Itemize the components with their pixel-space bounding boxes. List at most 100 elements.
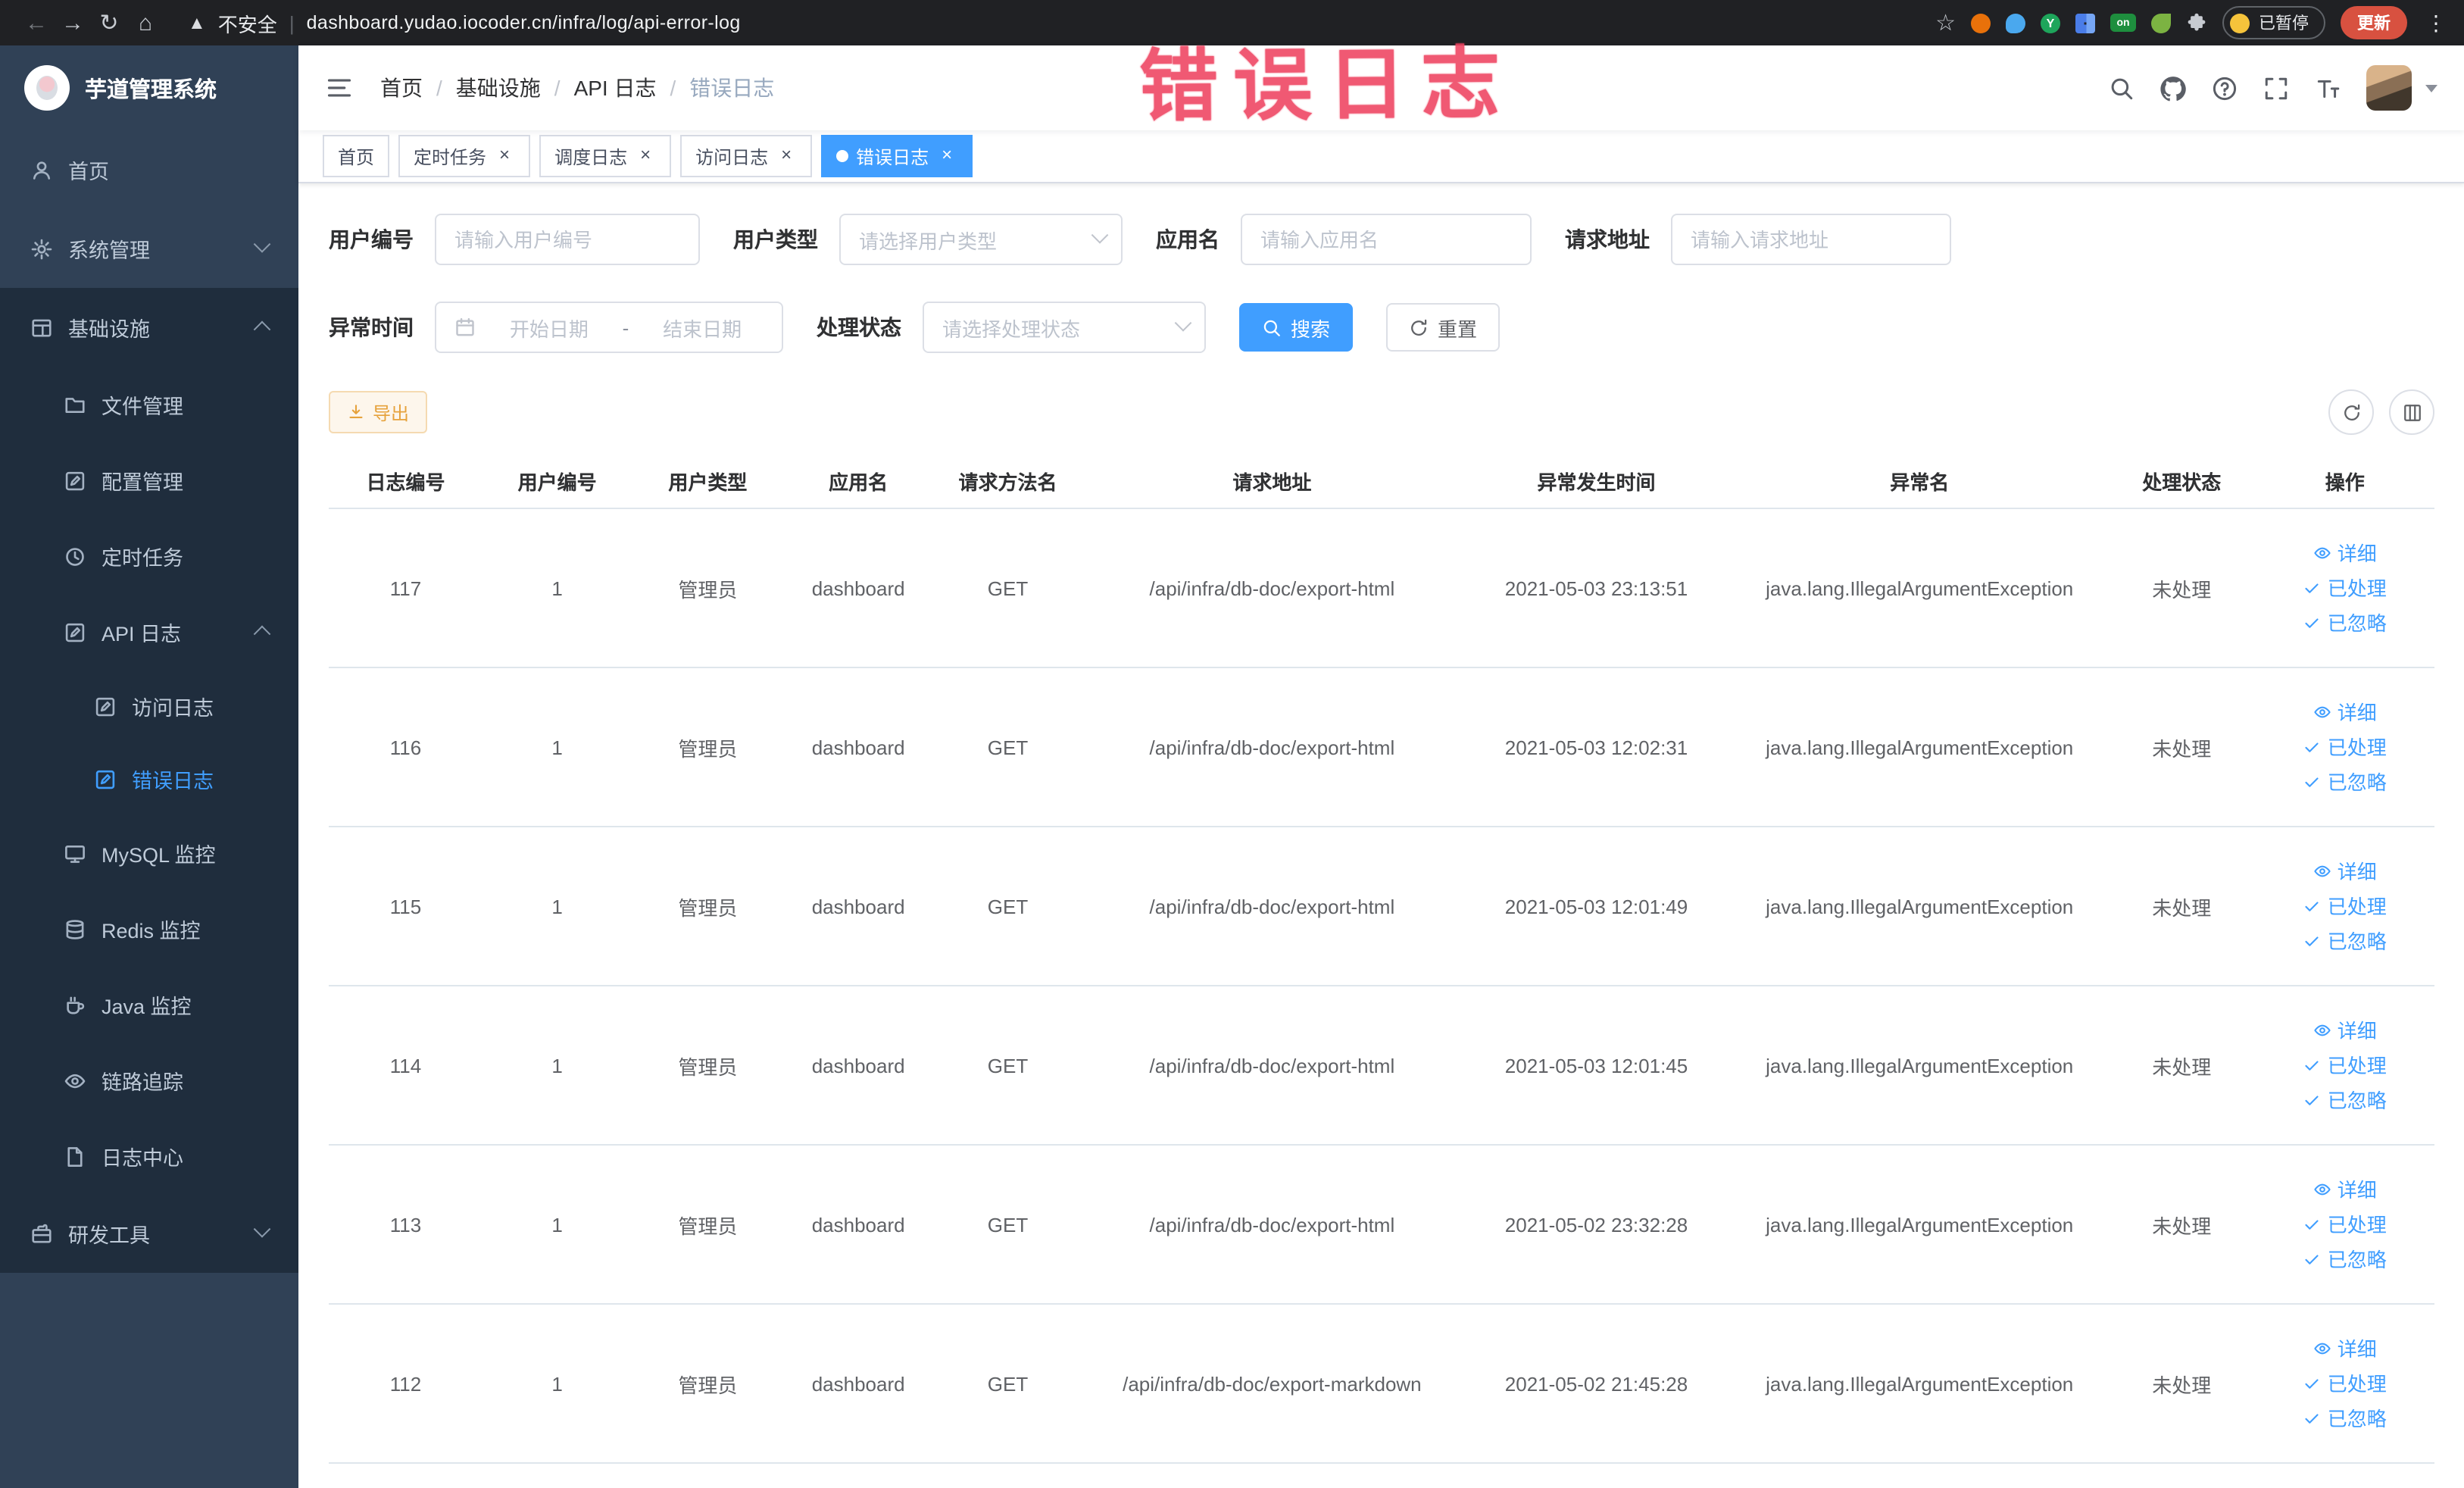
request-url-input[interactable] — [1671, 214, 1951, 265]
detail-link[interactable]: 详细 — [2262, 1172, 2428, 1207]
column-settings-button[interactable] — [2389, 389, 2434, 435]
back-icon[interactable]: ← — [18, 5, 55, 41]
cell-exception: java.lang.IllegalArgumentException — [1731, 1304, 2108, 1464]
help-icon[interactable] — [2212, 75, 2238, 101]
action-label: 详细 — [2337, 860, 2377, 883]
ignored-link[interactable]: 已忽略 — [2262, 1242, 2428, 1277]
detail-link[interactable]: 详细 — [2262, 1331, 2428, 1366]
sidebar-item-log-center[interactable]: 日志中心 — [0, 1118, 298, 1194]
tab-close-icon[interactable]: × — [494, 145, 515, 167]
cell-log_id: 117 — [329, 508, 482, 668]
sidebar-item-mysql[interactable]: MySQL 监控 — [0, 815, 298, 891]
sidebar-item-infra[interactable]: 基础设施 — [0, 288, 298, 367]
tab-error-log[interactable]: 错误日志 × — [821, 135, 973, 177]
eye-icon — [2313, 1340, 2331, 1358]
processed-link[interactable]: 已处理 — [2262, 730, 2428, 764]
tab-home[interactable]: 首页 — [323, 135, 390, 177]
bookmark-star-icon[interactable]: ☆ — [1935, 9, 1956, 36]
user-id-input[interactable] — [435, 214, 700, 265]
user-type-select[interactable]: 请选择用户类型 — [839, 214, 1123, 265]
reload-icon[interactable]: ↻ — [91, 5, 127, 41]
tab-access-log[interactable]: 访问日志 × — [680, 135, 813, 177]
home-icon[interactable]: ⌂ — [127, 5, 164, 41]
sidebar-item-config[interactable]: 配置管理 — [0, 442, 298, 518]
breadcrumb-item[interactable]: API 日志 — [574, 73, 657, 103]
detail-link[interactable]: 详细 — [2262, 536, 2428, 571]
processed-link[interactable]: 已处理 — [2262, 889, 2428, 924]
search-button[interactable]: 搜索 — [1239, 303, 1354, 352]
processed-link[interactable]: 已处理 — [2262, 1366, 2428, 1401]
filter-label: 处理状态 — [817, 315, 901, 339]
fullscreen-icon[interactable] — [2263, 75, 2289, 101]
processed-link[interactable]: 已处理 — [2262, 571, 2428, 605]
cell-log_id: 112 — [329, 1304, 482, 1464]
search-button-label: 搜索 — [1291, 317, 1331, 340]
search-icon[interactable] — [2109, 75, 2135, 101]
sidebar: 芋道管理系统 首页 系统管理 基础设施 文件管理 配置管理 定时任务 API 日志 访问日志错… — [0, 45, 298, 1488]
sidebar-item-java[interactable]: Java 监控 — [0, 967, 298, 1043]
extension-droplet-icon[interactable] — [2006, 13, 2025, 33]
processed-link[interactable]: 已处理 — [2262, 1207, 2428, 1242]
update-button[interactable]: 更新 — [2341, 6, 2407, 39]
breadcrumb-item[interactable]: 首页 — [380, 73, 423, 103]
doc-icon — [64, 1145, 86, 1168]
detail-link[interactable]: 详细 — [2262, 1013, 2428, 1048]
ignored-link[interactable]: 已忽略 — [2262, 1083, 2428, 1118]
cell-user_id: 1 — [482, 508, 632, 668]
sidebar-item-home[interactable]: 首页 — [0, 130, 298, 209]
date-range-picker[interactable]: 开始日期 - 结束日期 — [435, 302, 783, 353]
cell-user_id: 1 — [482, 1304, 632, 1464]
tab-close-icon[interactable]: × — [635, 145, 656, 167]
check-icon — [2303, 1215, 2322, 1233]
sidebar-item-error-log[interactable]: 错误日志 — [0, 742, 298, 815]
browser-chrome: ← → ↻ ⌂ ▲︎ 不安全 | dashboard.yudao.iocoder… — [0, 0, 2464, 45]
detail-link[interactable]: 详细 — [2262, 854, 2428, 889]
ignored-link[interactable]: 已忽略 — [2262, 605, 2428, 640]
breadcrumb-item[interactable]: 基础设施 — [456, 73, 541, 103]
sidebar-item-system[interactable]: 系统管理 — [0, 209, 298, 288]
extension-on-icon[interactable]: on — [2110, 14, 2136, 32]
export-button[interactable]: 导出 — [329, 391, 428, 433]
address-bar[interactable]: ▲︎ 不安全 | dashboard.yudao.iocoder.cn/infr… — [188, 8, 1917, 37]
extension-orange-icon[interactable] — [1971, 13, 1991, 33]
tags-bar: 首页 定时任务 × 调度日志 × 访问日志 × 错误日志 × — [298, 130, 2464, 183]
cell-url: /api/infra/db-doc/export-html — [1082, 1145, 1462, 1305]
chevron-down-icon[interactable] — [2425, 84, 2437, 92]
reset-button[interactable]: 重置 — [1386, 303, 1501, 352]
sidebar-item-trace[interactable]: 链路追踪 — [0, 1043, 298, 1118]
sidebar-item-file[interactable]: 文件管理 — [0, 367, 298, 442]
ignored-link[interactable]: 已忽略 — [2262, 924, 2428, 958]
forward-icon[interactable]: → — [55, 5, 91, 41]
media-paused-chip[interactable]: 已暂停 — [2222, 6, 2325, 39]
sidebar-item-redis[interactable]: Redis 监控 — [0, 891, 298, 967]
sidebar-item-api-log[interactable]: API 日志 — [0, 594, 298, 670]
browser-menu-dots-icon[interactable]: ⋮ — [2425, 10, 2447, 36]
tab-close-icon[interactable]: × — [936, 145, 957, 167]
extensions-puzzle-icon[interactable] — [2186, 12, 2207, 33]
refresh-button[interactable] — [2328, 389, 2374, 435]
sidebar-item-job[interactable]: 定时任务 — [0, 518, 298, 594]
font-size-icon[interactable] — [2315, 75, 2341, 101]
extension-leaf-icon[interactable] — [2151, 13, 2171, 33]
ignored-link[interactable]: 已忽略 — [2262, 1401, 2428, 1436]
process-status-select[interactable]: 请选择处理状态 — [923, 302, 1206, 353]
tab-job[interactable]: 定时任务 × — [398, 135, 531, 177]
processed-link[interactable]: 已处理 — [2262, 1048, 2428, 1083]
user-avatar[interactable] — [2366, 65, 2412, 111]
tab-close-icon[interactable]: × — [776, 145, 797, 167]
github-icon[interactable] — [2160, 75, 2186, 101]
detail-link[interactable]: 详细 — [2262, 695, 2428, 730]
tab-job-log[interactable]: 调度日志 × — [539, 135, 672, 177]
extension-grid-icon[interactable] — [2075, 13, 2095, 33]
app-name-input[interactable] — [1241, 214, 1532, 265]
ignored-link[interactable]: 已忽略 — [2262, 764, 2428, 799]
sidebar-item-dev-tools[interactable]: 研发工具 — [0, 1194, 298, 1273]
cell-exception: java.lang.IllegalArgumentException — [1731, 827, 2108, 986]
table-row: 113 1 管理员 dashboard GET/api/infra/db-doc/exp… — [329, 1145, 2434, 1305]
hamburger-icon[interactable] — [326, 74, 353, 102]
extension-y-icon[interactable]: Y — [2041, 13, 2060, 33]
breadcrumb-current: 错误日志 — [689, 76, 775, 100]
app-logo-row[interactable]: 芋道管理系统 — [0, 45, 298, 130]
check-icon — [2303, 897, 2322, 915]
sidebar-item-access-log[interactable]: 访问日志 — [0, 670, 298, 742]
